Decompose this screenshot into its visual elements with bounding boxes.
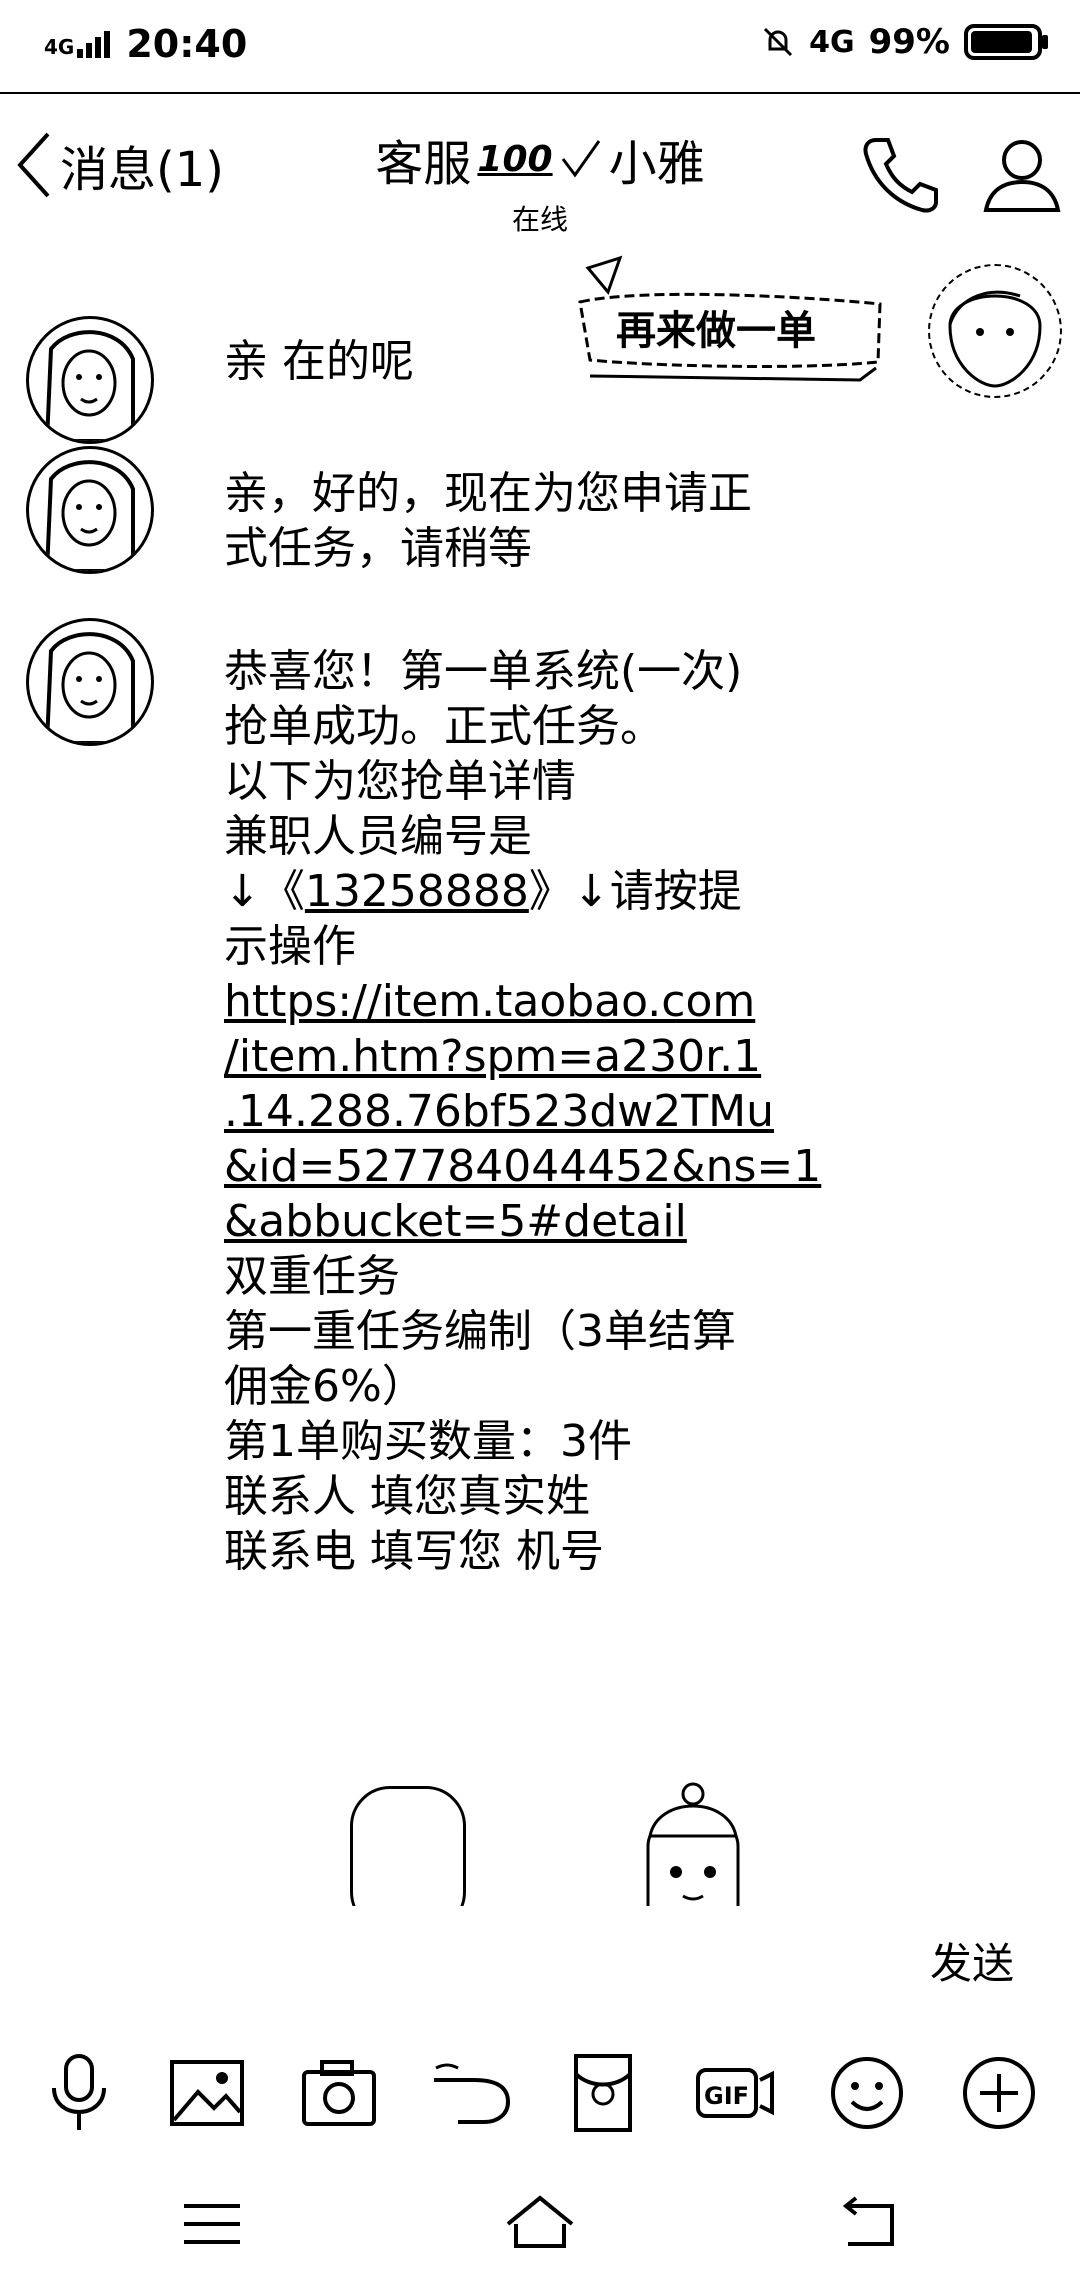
status-bar: 4G 20:40 4G 99% bbox=[0, 0, 1080, 94]
input-toolbar: GIF bbox=[0, 2040, 1080, 2150]
check-icon bbox=[561, 140, 600, 178]
message-text: 第1单购买数量：3件 bbox=[224, 1416, 632, 1467]
avatar-face-icon bbox=[948, 290, 1042, 388]
red-packet-icon[interactable] bbox=[560, 2050, 646, 2136]
id-line: ↓《13258888》↓请按提 bbox=[224, 864, 824, 919]
message-text: 亲 在的呢 bbox=[224, 336, 414, 387]
message-text: 联系电 填写您 机号 bbox=[224, 1526, 604, 1577]
contact-badge: 100 bbox=[477, 138, 553, 180]
gif-icon[interactable]: GIF bbox=[692, 2050, 778, 2136]
contact-avatar[interactable] bbox=[26, 446, 154, 574]
url-link[interactable]: /item.htm?spm=a230r.1 bbox=[224, 1029, 824, 1084]
avatar-face-icon bbox=[44, 460, 135, 571]
battery-level bbox=[971, 31, 1033, 53]
microphone-icon[interactable] bbox=[36, 2050, 122, 2136]
home-icon[interactable] bbox=[500, 2184, 580, 2264]
cartoon-sticker bbox=[646, 1782, 740, 1906]
network-type-left: 4G bbox=[44, 35, 75, 59]
menu-icon[interactable] bbox=[172, 2184, 252, 2264]
svg-text:GIF: GIF bbox=[704, 2082, 749, 2110]
contact-title[interactable]: 客服 100 小雅 在线 bbox=[340, 124, 740, 238]
message-text: 式任务，请稍等 bbox=[224, 523, 532, 574]
emoji-icon[interactable] bbox=[824, 2050, 910, 2136]
back-icon[interactable] bbox=[828, 2184, 908, 2264]
status-right: 4G 99% bbox=[761, 22, 1048, 62]
my-avatar[interactable] bbox=[928, 264, 1062, 398]
poke-icon[interactable] bbox=[428, 2050, 514, 2136]
url-link[interactable]: .14.288.76bf523dw2TMu bbox=[224, 1084, 824, 1139]
send-button[interactable]: 发送 bbox=[930, 1930, 1014, 1991]
message-bubble[interactable]: 亲，好的，现在为您申请正 式任务，请稍等 bbox=[224, 466, 824, 576]
message-text: 兼职人员编号是 bbox=[224, 811, 532, 862]
contact-avatar[interactable] bbox=[26, 618, 154, 746]
plus-icon[interactable] bbox=[956, 2050, 1042, 2136]
url-link[interactable]: &id=527784044452&ns=1 bbox=[224, 1139, 824, 1194]
phone-icon[interactable] bbox=[858, 132, 942, 216]
back-button[interactable]: 消息(1) bbox=[14, 130, 224, 200]
message-text: 联系人 填您真实姓 bbox=[224, 1471, 590, 1522]
message-text: 恭喜您！第一单系统(一次) bbox=[224, 646, 743, 697]
redaction-blot bbox=[350, 1786, 466, 1906]
url-link[interactable]: https://item.taobao.com bbox=[224, 974, 824, 1029]
camera-icon[interactable] bbox=[296, 2050, 382, 2136]
contact-name-suffix: 小雅 bbox=[608, 136, 705, 192]
id-suffix: 》↓请按提 bbox=[528, 866, 742, 917]
message-text: 抢单成功。正式任务。 bbox=[224, 701, 664, 752]
message-text: 双重任务 bbox=[224, 1251, 400, 1302]
chat-header: 消息(1) 客服 100 小雅 在线 bbox=[0, 94, 1080, 244]
message-text: 第一重任务编制（3单结算 bbox=[224, 1306, 736, 1357]
avatar-face-icon bbox=[44, 632, 135, 743]
message-text: 示操作 bbox=[224, 921, 356, 972]
message-bubble[interactable]: 恭喜您！第一单系统(一次) 抢单成功。正式任务。 以下为您抢单详情 兼职人员编号… bbox=[224, 644, 824, 1579]
battery-icon bbox=[964, 24, 1048, 60]
contact-name-prefix: 客服 bbox=[375, 136, 472, 192]
chat-area[interactable]: 再来做一单 亲 在的呢 亲，好的，现在为您申请正 式任务，请稍等 恭喜您！第一单… bbox=[0, 246, 1080, 1906]
id-number-link[interactable]: 13258888 bbox=[305, 866, 529, 917]
message-text: 以下为您抢单详情 bbox=[224, 756, 576, 807]
network-type-right: 4G bbox=[809, 24, 855, 60]
battery-percent: 99% bbox=[868, 22, 950, 62]
chevron-left-icon bbox=[17, 132, 50, 198]
online-status: 在线 bbox=[511, 203, 568, 236]
message-text: 亲，好的，现在为您申请正 bbox=[224, 468, 752, 519]
contact-avatar[interactable] bbox=[26, 316, 154, 444]
message-bubble[interactable]: 亲 在的呢 bbox=[224, 334, 824, 389]
signal-icon bbox=[77, 31, 111, 58]
system-nav-bar bbox=[0, 2170, 1080, 2280]
signal-group: 4G bbox=[44, 29, 112, 59]
status-time: 20:40 bbox=[126, 22, 248, 66]
status-left: 4G 20:40 bbox=[44, 22, 247, 66]
profile-icon[interactable] bbox=[980, 132, 1064, 216]
url-link[interactable]: &abbucket=5#detail bbox=[224, 1194, 824, 1249]
image-icon[interactable] bbox=[164, 2050, 250, 2136]
mute-icon bbox=[764, 27, 793, 57]
message-text: 佣金6%） bbox=[224, 1361, 426, 1412]
back-label: 消息(1) bbox=[60, 142, 224, 198]
id-prefix: ↓《 bbox=[224, 866, 305, 917]
avatar-face-icon bbox=[44, 330, 135, 441]
